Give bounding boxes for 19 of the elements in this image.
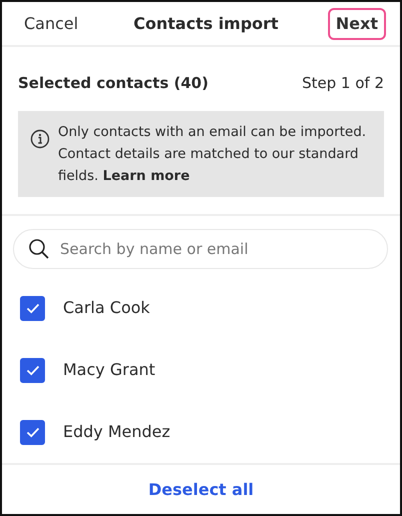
section-title: Selected contacts (40) <box>18 73 208 94</box>
check-icon <box>26 302 40 314</box>
next-button[interactable]: Next <box>328 8 386 40</box>
checkbox[interactable] <box>20 420 45 445</box>
contact-name: Carla Cook <box>63 297 150 320</box>
contact-name: Macy Grant <box>63 359 156 382</box>
search-icon <box>28 238 50 260</box>
checkbox[interactable] <box>20 358 45 383</box>
checkbox[interactable] <box>20 296 45 321</box>
search-bar[interactable]: Search by name or email <box>13 228 388 270</box>
deselect-all-button[interactable]: Deselect all <box>142 476 260 503</box>
info-icon <box>30 128 50 149</box>
check-icon <box>26 426 40 438</box>
contact-name: Eddy Mendez <box>63 421 170 444</box>
screen-title: Contacts import <box>134 12 278 35</box>
check-icon <box>26 364 40 376</box>
step-indicator: Step 1 of 2 <box>302 73 384 94</box>
cancel-button[interactable]: Cancel <box>18 10 84 38</box>
notice-text: Only contacts with an email can be imported. Contact details are matched to our standard fields. Learn more <box>58 122 368 186</box>
